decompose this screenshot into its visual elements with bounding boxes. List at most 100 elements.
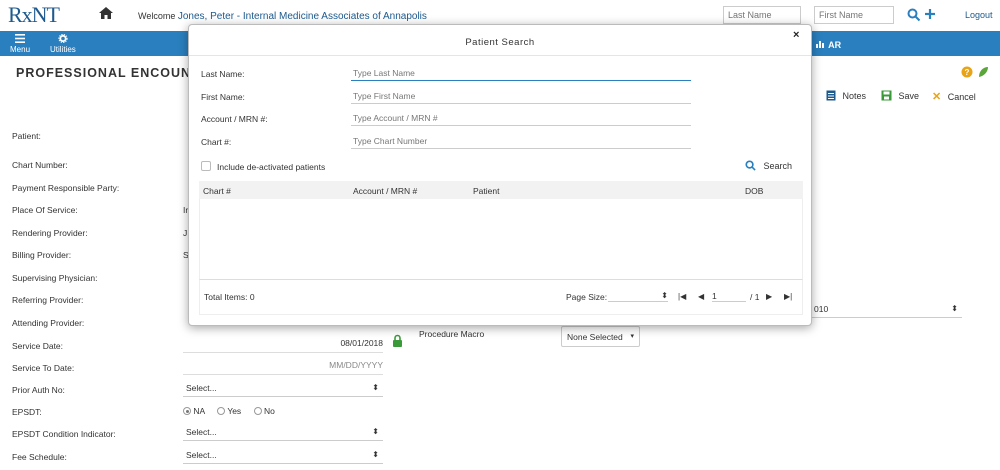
include-deactivated-label: Include de-activated patients — [217, 162, 326, 172]
notes-label: Notes — [842, 91, 867, 101]
results-grid-header: Chart # Account / MRN # Patient DOB — [199, 181, 803, 199]
service-to-date-label: Service To Date: — [12, 363, 75, 373]
header-first-name-input[interactable] — [814, 6, 894, 24]
add-icon[interactable] — [924, 8, 936, 20]
notes-icon — [826, 90, 836, 101]
chart-number-input[interactable] — [351, 133, 691, 149]
epsdt-condition-label: EPSDT Condition Indicator: — [12, 429, 116, 439]
updown-icon: ⬍ — [372, 383, 379, 392]
save-button[interactable]: Save — [881, 90, 919, 101]
first-name-input[interactable] — [351, 88, 691, 104]
service-date-label: Service Date: — [12, 341, 64, 351]
cancel-label: Cancel — [947, 92, 976, 102]
place-of-service-label: Place Of Service: — [12, 205, 78, 215]
rendering-provider-value[interactable]: J — [183, 228, 187, 238]
home-icon[interactable] — [98, 6, 114, 20]
results-grid-body — [199, 199, 803, 279]
column-patient[interactable]: Patient — [473, 186, 499, 196]
page-size-label: Page Size: — [566, 292, 608, 302]
rxnt-logo[interactable]: RxNT — [8, 2, 60, 28]
gear-icon — [58, 33, 68, 44]
epsdt-radio-no[interactable]: No — [253, 406, 275, 416]
last-page-icon[interactable]: ▶| — [784, 292, 792, 301]
leaf-icon[interactable] — [977, 66, 989, 78]
referring-provider-label: Referring Provider: — [12, 295, 84, 305]
updown-icon: ⬍ — [951, 304, 958, 313]
cancel-button[interactable]: ✕ Cancel — [932, 90, 976, 103]
page-total: / 1 — [750, 292, 760, 302]
column-dob[interactable]: DOB — [745, 186, 763, 196]
save-icon — [881, 90, 892, 101]
search-icon[interactable] — [907, 8, 921, 22]
total-items: Total Items: 0 — [204, 292, 255, 302]
svg-text:?: ? — [965, 68, 970, 77]
last-name-label: Last Name: — [201, 69, 245, 79]
next-page-icon[interactable]: ▶ — [766, 292, 772, 301]
page-number-value: 1 — [712, 291, 717, 301]
service-date-value: 08/01/2018 — [340, 338, 383, 348]
page-number-input[interactable]: 1 — [712, 291, 746, 302]
chart-number-label: Chart #: — [201, 137, 232, 147]
ar-label: AR — [828, 40, 842, 50]
previous-page-icon[interactable]: ◀ — [698, 292, 704, 301]
prior-auth-label: Prior Auth No: — [12, 385, 65, 395]
header-last-name-input[interactable] — [723, 6, 801, 24]
search-label: Search — [763, 161, 793, 171]
cancel-icon: ✕ — [932, 91, 942, 103]
epsdt-yes-label: Yes — [227, 406, 242, 416]
updown-icon: ⬍ — [372, 450, 379, 459]
first-name-label: First Name: — [201, 92, 245, 102]
first-page-icon[interactable]: |◀ — [678, 292, 686, 301]
logout-link[interactable]: Logout — [965, 10, 993, 20]
help-icon[interactable]: ? — [961, 66, 973, 78]
notes-button[interactable]: Notes — [826, 90, 866, 101]
caret-down-icon: ▾ — [630, 333, 634, 340]
epsdt-label: EPSDT: — [12, 407, 42, 417]
utilities-label: Utilities — [50, 45, 76, 54]
service-to-date-input[interactable]: MM/DD/YYYY — [183, 360, 383, 375]
supervising-physician-label: Supervising Physician: — [12, 273, 98, 283]
service-to-date-placeholder: MM/DD/YYYY — [329, 360, 383, 370]
grid-pager: Total Items: 0 Page Size: ⬍ |◀ ◀ 1 / 1 ▶… — [199, 279, 803, 315]
search-icon — [745, 160, 756, 171]
procedure-macro-value: None Selected — [567, 332, 623, 342]
fee-schedule-value: Select... — [186, 450, 217, 460]
epsdt-na-label: NA — [193, 406, 205, 416]
fee-schedule-select[interactable]: Select... ⬍ — [183, 450, 383, 464]
right-select-value: 010 — [814, 304, 829, 314]
prior-auth-value: Select... — [186, 383, 217, 393]
updown-icon: ⬍ — [372, 427, 379, 436]
utilities-button[interactable]: Utilities — [50, 33, 76, 54]
user-name: Jones, Peter - Internal Medicine Associa… — [177, 11, 427, 22]
close-icon[interactable]: × — [793, 29, 799, 41]
chart-number-label: Chart Number: — [12, 160, 68, 170]
prior-auth-select[interactable]: Select... ⬍ — [183, 383, 383, 397]
menu-icon — [15, 34, 25, 43]
menu-button[interactable]: Menu — [10, 34, 30, 54]
lock-icon[interactable] — [392, 334, 403, 347]
rendering-provider-label: Rendering Provider: — [12, 228, 88, 238]
procedure-macro-label: Procedure Macro — [419, 329, 485, 339]
account-mrn-input[interactable] — [351, 110, 691, 126]
epsdt-radio-yes[interactable]: Yes — [217, 406, 241, 416]
right-select[interactable]: 010 ⬍ — [812, 304, 962, 318]
include-deactivated-checkbox[interactable] — [201, 161, 211, 171]
fee-schedule-label: Fee Schedule: — [12, 452, 67, 462]
column-chart-number[interactable]: Chart # — [203, 186, 231, 196]
epsdt-condition-select[interactable]: Select... ⬍ — [183, 427, 383, 441]
modal-divider — [189, 55, 811, 56]
patient-search-modal: Patient Search × Last Name: First Name: … — [188, 24, 812, 326]
procedure-macro-dropdown[interactable]: None Selected ▾ — [561, 326, 640, 347]
last-name-input[interactable] — [351, 65, 691, 81]
menu-label: Menu — [10, 45, 31, 54]
ar-nav-item[interactable]: AR — [816, 39, 841, 50]
epsdt-radio-na[interactable]: NA — [183, 406, 205, 416]
service-date-input[interactable]: 08/01/2018 — [183, 338, 383, 353]
page-size-select[interactable]: ⬍ — [608, 291, 668, 302]
welcome-label: Welcome — [138, 11, 176, 21]
search-button[interactable]: Search — [745, 160, 792, 171]
column-account-mrn[interactable]: Account / MRN # — [353, 186, 417, 196]
modal-title: Patient Search — [465, 37, 535, 48]
patient-label: Patient: — [12, 131, 41, 141]
updown-icon: ⬍ — [661, 291, 668, 300]
